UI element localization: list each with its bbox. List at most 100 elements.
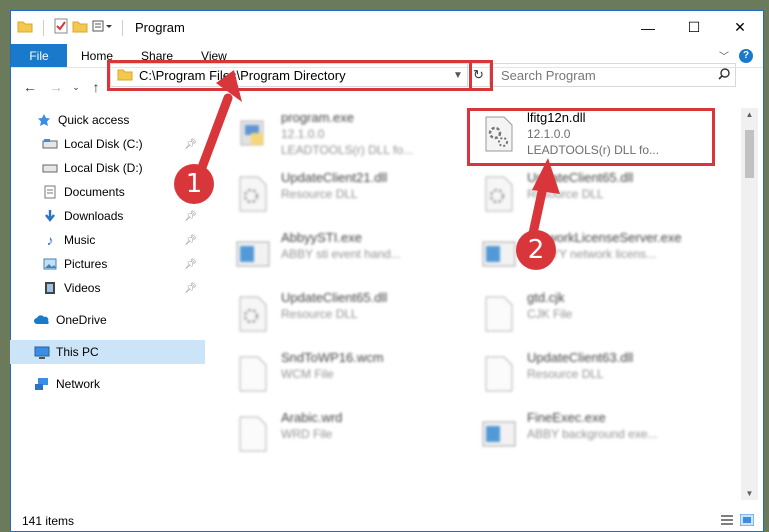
step-marker-2: 2 [516,230,556,270]
search-placeholder: Search Program [501,67,596,83]
file-version: 12.1.0.0 [281,127,325,141]
file-tile[interactable]: UpdateClient21.dll Resource DLL [233,170,473,226]
title-bar: Program — ☐ ✕ [11,11,763,44]
blank-file-icon [479,350,519,398]
file-name: program.exe [281,110,354,125]
dll-gear-icon [479,170,519,218]
file-description: LEADTOOLS(r) DLL fo... [281,143,414,157]
view-toggles [720,513,764,529]
file-tile[interactable]: gtd.cjk CJK File [479,290,719,346]
file-tile[interactable]: program.exe 12.1.0.0 LEADTOOLS(r) DLL fo..… [233,110,473,166]
quick-access-toolbar [17,18,129,37]
vertical-scrollbar[interactable]: ▲ ▼ [741,108,758,500]
file-tile[interactable]: NetworkLicenseServer.exe ABBYY network li… [479,230,719,286]
pictures-icon [42,257,58,271]
window-title: Program [135,20,185,35]
recent-locations-icon[interactable]: ⌄ [69,82,83,93]
up-arrow-icon[interactable]: ↑ [83,79,109,95]
item-count: 141 items [22,514,75,528]
details-view-icon[interactable] [720,514,734,529]
app-window-icon [479,230,519,278]
sidebar-item-label: Music [64,233,96,247]
separator [122,19,123,36]
new-folder-icon[interactable] [72,19,88,36]
sidebar-item-pictures[interactable]: Pictures 📌︎ [10,252,205,276]
exe-icon [233,110,273,158]
videos-icon [42,281,58,295]
drive-icon [42,161,58,175]
maximize-button[interactable]: ☐ [671,11,717,44]
file-tile[interactable]: Arabic.wrd WRD File [233,410,473,466]
window-controls: — ☐ ✕ [625,11,763,44]
scroll-up-icon[interactable]: ▲ [741,110,758,119]
music-icon: ♪ [46,232,54,248]
sidebar-item-onedrive[interactable]: OneDrive [10,308,205,332]
address-highlight-box [107,60,472,91]
folder-icon [17,19,33,36]
file-tile[interactable]: AbbyySTI.exe ABBY sti event hand... [233,230,473,286]
customize-icon[interactable] [92,19,112,36]
sidebar-item-downloads[interactable]: Downloads 📌︎ [10,204,205,228]
properties-icon[interactable] [54,18,68,37]
sidebar-item-label: Network [56,377,101,391]
scroll-down-icon[interactable]: ▼ [741,489,758,498]
minimize-button[interactable]: — [625,11,671,44]
file-type: WCM File [281,367,334,381]
pin-icon[interactable]: 📌︎ [184,235,197,246]
separator [43,19,44,36]
sidebar-item-label: OneDrive [56,313,107,327]
pin-icon[interactable]: 📌︎ [184,283,197,294]
file-type: WRD File [281,427,333,441]
file-highlight-box [467,108,715,166]
sidebar-item-label: Videos [64,281,101,295]
sidebar-item-this-pc[interactable]: This PC [10,340,205,364]
expand-ribbon-icon[interactable]: ﹀ [719,48,729,63]
file-name: UpdateClient63.dll [527,350,634,365]
tab-file[interactable]: File [11,44,67,67]
file-tile[interactable]: FineExec.exe ABBY background exe... [479,410,719,466]
file-description: ABBY sti event hand... [281,247,401,261]
sidebar-item-network[interactable]: Network [10,372,205,396]
search-icon[interactable] [713,67,735,83]
file-tile[interactable]: UpdateClient63.dll Resource DLL [479,350,719,406]
status-bar: 141 items [10,510,764,532]
pin-icon[interactable]: 📌︎ [184,259,197,270]
back-arrow-icon[interactable]: ← [17,79,43,95]
sidebar-item-music[interactable]: ♪ Music 📌︎ [10,228,205,252]
forward-arrow-icon[interactable]: → [43,79,69,95]
pin-icon[interactable]: 📌︎ [184,139,197,150]
search-input[interactable]: Search Program [492,63,736,87]
sidebar-item-label: Local Disk (C:) [64,137,143,151]
network-icon [34,377,50,391]
computer-icon [34,345,50,359]
file-type: Resource DLL [281,307,358,321]
cloud-icon [34,313,50,327]
pin-icon[interactable]: 📌︎ [184,211,197,222]
file-name: Arabic.wrd [281,410,343,425]
sidebar-item-quick-access[interactable]: Quick access [10,108,205,132]
sidebar-item-label: Pictures [64,257,108,271]
dll-gear-icon [233,170,273,218]
file-list: program.exe 12.1.0.0 LEADTOOLS(r) DLL fo..… [225,108,755,500]
file-tile[interactable]: UpdateClient65.dll Resource DLL [233,290,473,346]
tiles-view-icon[interactable] [739,513,755,529]
blank-file-icon [233,410,273,458]
blank-file-icon [479,290,519,338]
close-button[interactable]: ✕ [717,11,763,44]
file-description: ABBY background exe... [527,427,658,441]
sidebar-item-local-disk-c[interactable]: Local Disk (C:) 📌︎ [10,132,205,156]
refresh-highlight-box [469,60,493,91]
file-tile[interactable]: UpdateClient65.dll Resource DLL [479,170,719,226]
file-name: gtd.cjk [527,290,565,305]
file-type: Resource DLL [527,367,604,381]
file-tile[interactable]: SndToWP16.wcm WCM File [233,350,473,406]
file-name: AbbyySTI.exe [281,230,362,245]
app-window-icon [233,230,273,278]
scrollbar-thumb[interactable] [745,130,754,178]
sidebar-item-videos[interactable]: Videos 📌︎ [10,276,205,300]
star-icon [36,113,52,127]
help-icon[interactable]: ? [739,48,753,63]
